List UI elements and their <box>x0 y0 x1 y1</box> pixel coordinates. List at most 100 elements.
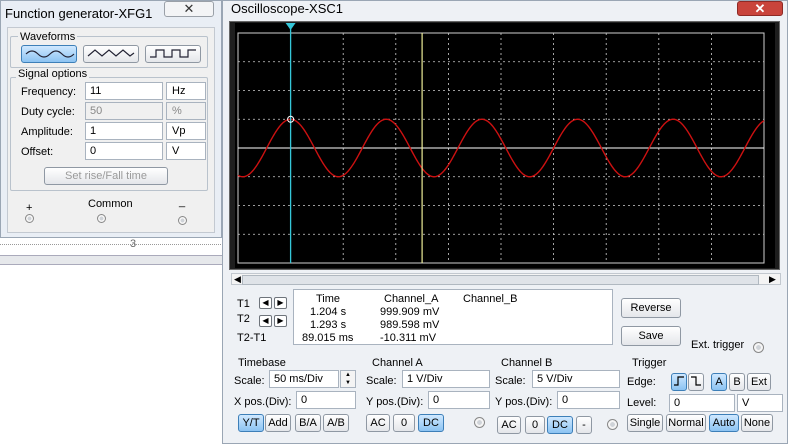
timebase-title: Timebase <box>238 357 286 369</box>
save-button[interactable]: Save <box>621 326 681 346</box>
sine-wave-button[interactable] <box>21 45 77 63</box>
timebase-scale-input[interactable]: 50 ms/Div <box>269 370 339 388</box>
duty-cycle-input[interactable]: 50 <box>85 102 163 120</box>
triangle-wave-icon <box>87 49 135 57</box>
plus-terminal-label: + <box>26 202 33 214</box>
offset-unit[interactable]: V <box>166 142 206 160</box>
channel-a-ypos-input[interactable]: 0 <box>428 391 490 409</box>
t1-left-arrow-button[interactable]: ◀ <box>259 297 272 309</box>
channel-b-scale-label: Scale: <box>495 375 526 387</box>
trigger-source-ext-button[interactable]: Ext <box>747 373 771 391</box>
minus-terminal-label: _ <box>179 196 186 208</box>
trigger-none-button[interactable]: None <box>741 414 773 432</box>
readout-t2-t1-time: 89.015 ms <box>302 332 354 344</box>
fg-close-button[interactable]: ✕ <box>164 1 214 17</box>
waveforms-label: Waveforms <box>18 31 78 43</box>
plus-terminal[interactable] <box>25 214 34 223</box>
minus-terminal[interactable] <box>178 216 187 225</box>
frequency-input[interactable]: 11 <box>85 82 163 100</box>
readout-header-channel-a: Channel_A <box>384 293 439 305</box>
rising-edge-button[interactable] <box>671 373 687 391</box>
trigger-level-input[interactable]: 0 <box>669 394 735 412</box>
channel-b-title: Channel B <box>501 357 553 369</box>
channel-a-dc-button[interactable]: DC <box>418 414 444 432</box>
channel-a-terminal[interactable] <box>474 417 485 428</box>
scroll-left-arrow[interactable]: ◀ <box>234 274 241 284</box>
trigger-auto-button[interactable]: Auto <box>709 414 739 432</box>
common-terminal-label: Common <box>88 198 133 210</box>
ruler-line <box>0 244 225 245</box>
reverse-button[interactable]: Reverse <box>621 298 681 318</box>
trigger-edge-label: Edge: <box>627 376 656 388</box>
scope-scrollbar[interactable]: ◀ ▶ <box>231 273 781 285</box>
channel-b-terminal[interactable] <box>607 419 618 430</box>
osc-close-button[interactable]: ✕ <box>737 1 783 16</box>
t1-right-arrow-button[interactable]: ▶ <box>274 297 287 309</box>
timebase-scale-label: Scale: <box>234 375 265 387</box>
channel-b-dc-button[interactable]: DC <box>547 416 573 434</box>
frequency-label: Frequency: <box>21 86 77 98</box>
channel-a-scale-input[interactable]: 1 V/Div <box>402 370 490 388</box>
timebase-xpos-input[interactable]: 0 <box>296 391 356 409</box>
channel-a-zero-button[interactable]: 0 <box>393 414 415 432</box>
common-terminal[interactable] <box>97 214 106 223</box>
t2-t1-label: T2-T1 <box>237 332 267 344</box>
duty-cycle-unit[interactable]: % <box>166 102 206 120</box>
channel-b-zero-button[interactable]: 0 <box>525 416 545 434</box>
oscilloscope-window: Oscilloscope-XSC1 ✕ ◀ ▶ T1 T2 T2-T1 ◀ ▶ … <box>222 0 788 444</box>
function-generator-window: Function generator-XFG1 ✕ Waveforms Sign… <box>0 0 222 238</box>
channel-b-ypos-input[interactable]: 0 <box>557 391 620 409</box>
t2-left-arrow-button[interactable]: ◀ <box>259 315 272 327</box>
trigger-level-label: Level: <box>627 397 657 409</box>
readout-t2-time: 1.293 s <box>310 319 347 331</box>
ext-trigger-terminal[interactable] <box>753 342 764 353</box>
readout-header-channel-b: Channel_B <box>463 293 518 305</box>
trigger-normal-button[interactable]: Normal <box>666 414 706 432</box>
cursor-readout-table: Time Channel_A Channel_B 1.204 s 999.909… <box>293 289 613 345</box>
trigger-source-b-button[interactable]: B <box>729 373 745 391</box>
scroll-thumb[interactable] <box>242 275 759 285</box>
mode-yt-button[interactable]: Y/T <box>238 414 264 432</box>
falling-edge-icon <box>691 376 701 386</box>
t1-label: T1 <box>237 298 250 310</box>
mode-add-button[interactable]: Add <box>265 414 291 432</box>
readout-header-time: Time <box>316 293 341 305</box>
scope-screen[interactable] <box>235 23 775 268</box>
channel-a-ac-button[interactable]: AC <box>366 414 390 432</box>
signal-options-label: Signal options <box>16 68 90 80</box>
amplitude-unit[interactable]: Vp <box>166 122 206 140</box>
mode-ab-button[interactable]: A/B <box>323 414 349 432</box>
falling-edge-button[interactable] <box>688 373 704 391</box>
trigger-level-unit[interactable]: V <box>737 394 783 412</box>
offset-input[interactable]: 0 <box>85 142 163 160</box>
readout-t1-time: 1.204 s <box>310 306 347 318</box>
channel-b-minus-button[interactable]: - <box>576 416 592 434</box>
fg-body: Waveforms Signal options Frequency: 11 H… <box>7 27 215 233</box>
channel-b-scale-input[interactable]: 5 V/Div <box>532 370 620 388</box>
timebase-scale-spinner[interactable]: ▲ ▼ <box>340 370 356 388</box>
channel-b-ac-button[interactable]: AC <box>497 416 521 434</box>
frequency-unit[interactable]: Hz <box>166 82 206 100</box>
triangle-wave-button[interactable] <box>83 45 139 63</box>
rising-edge-icon <box>674 376 684 386</box>
mode-ba-button[interactable]: B/A <box>295 414 321 432</box>
set-rise-fall-time-button[interactable]: Set rise/Fall time <box>44 167 168 185</box>
readout-t2-t1-channel-a: -10.311 mV <box>380 332 437 344</box>
t2-label: T2 <box>237 313 250 325</box>
readout-t1-channel-a: 999.909 mV <box>380 306 440 318</box>
amplitude-input[interactable]: 1 <box>85 122 163 140</box>
readout-t2-channel-a: 989.598 mV <box>380 319 440 331</box>
trigger-single-button[interactable]: Single <box>627 414 663 432</box>
ext-trigger-label: Ext. trigger <box>691 339 745 351</box>
fg-title: Function generator-XFG1 <box>5 6 153 21</box>
square-wave-icon <box>150 49 196 58</box>
trigger-source-a-button[interactable]: A <box>711 373 727 391</box>
amplitude-label: Amplitude: <box>21 126 73 138</box>
square-wave-button[interactable] <box>145 45 201 63</box>
scroll-right-arrow[interactable]: ▶ <box>769 274 776 284</box>
timebase-xpos-label: X pos.(Div): <box>234 396 292 408</box>
schematic-workspace[interactable]: 3 <box>0 230 225 444</box>
channel-a-ypos-label: Y pos.(Div): <box>366 396 424 408</box>
workspace-border <box>0 255 225 265</box>
t2-right-arrow-button[interactable]: ▶ <box>274 315 287 327</box>
